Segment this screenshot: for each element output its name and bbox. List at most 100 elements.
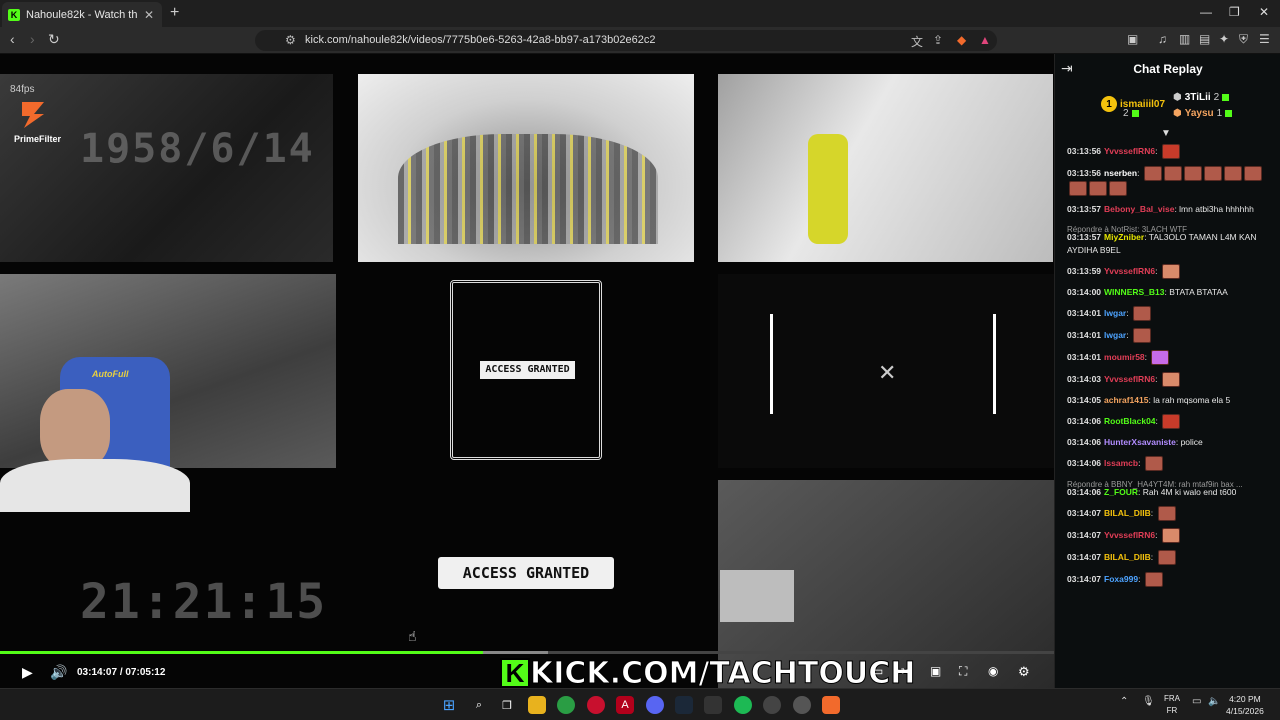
close-tab-icon[interactable]: ✕ (144, 8, 154, 22)
chat-username[interactable]: achraf1415 (1104, 395, 1148, 405)
search-icon[interactable]: ⌕ (470, 696, 488, 714)
input-language[interactable]: FRA FR (1164, 693, 1180, 717)
chat-username[interactable]: YvvsseflRN6 (1104, 530, 1155, 540)
address-bar[interactable]: ⚙ kick.com/nahoule82k/videos/7775b0e6-52… (255, 30, 997, 51)
fullscreen-icon[interactable]: ⛶ (959, 664, 967, 679)
task-view-icon[interactable]: ❐ (498, 696, 516, 714)
site-info-icon[interactable]: ⚙ (285, 33, 296, 47)
translate-icon[interactable]: 文 (911, 33, 923, 50)
reload-button[interactable]: ↻ (48, 31, 60, 48)
play-button[interactable]: ▶ (22, 664, 33, 681)
tray-overflow-icon[interactable]: ⌃ (1120, 696, 1128, 707)
chat-username[interactable]: YvvsseflRN6 (1104, 266, 1155, 276)
browser-tab[interactable]: K Nahoule82k - Watch the VOD on ✕ (2, 2, 162, 27)
chat-message-line: 03:14:01 moumir58: (1067, 350, 1273, 365)
sidebar-icon[interactable]: ▣ (1127, 32, 1138, 46)
file-explorer-icon[interactable] (528, 696, 546, 714)
chat-username[interactable]: lwgar (1104, 330, 1126, 340)
chat-message: 03:14:01 moumir58: (1067, 350, 1273, 365)
chat-message: 03:14:06 lssamcb: (1067, 456, 1273, 471)
media-icon[interactable]: ♫ (1158, 32, 1167, 46)
vpn-icon[interactable]: ⛨ (1239, 32, 1248, 47)
chat-username[interactable]: YvvsseflRN6 (1104, 146, 1155, 156)
chat-username[interactable]: BILAL_DIIB (1104, 508, 1151, 518)
message-timestamp: 03:14:01 (1067, 329, 1102, 340)
message-text: BTATA BTATAA (1169, 287, 1228, 297)
lang-top: FRA (1164, 694, 1180, 703)
chat-header: ⇥ Chat Replay (1055, 54, 1280, 84)
chat-username[interactable]: WINNERS_B13 (1104, 287, 1164, 297)
chrome-icon[interactable] (557, 696, 575, 714)
chat-username[interactable]: HunterXsavaniste (1104, 437, 1176, 447)
chat-username[interactable]: Foxa999 (1104, 574, 1138, 584)
gift-icon (1225, 110, 1233, 117)
chat-title: Chat Replay (1133, 62, 1203, 76)
chat-message-line: 03:13:56 YvvsseflRN6: (1067, 144, 1273, 159)
chat-username[interactable]: Z_FOUR (1104, 487, 1138, 497)
windows-start-icon[interactable]: ⊞ (440, 696, 458, 714)
chat-username[interactable]: YvvsseflRN6 (1104, 374, 1155, 384)
leader-2[interactable]: ⬢ 3TiLii 2 (1173, 92, 1230, 103)
app-icon-red[interactable] (587, 696, 605, 714)
back-button[interactable]: ‹ (10, 31, 15, 47)
share-icon[interactable]: ⇪ (933, 33, 943, 47)
chat-username[interactable]: BILAL_DIIB (1104, 552, 1151, 562)
forward-button[interactable]: › (30, 31, 35, 47)
username-separator: : (1138, 573, 1143, 584)
acrobat-icon[interactable]: A (616, 696, 634, 714)
chat-username[interactable]: moumir58 (1104, 352, 1145, 362)
filter-icon[interactable]: ▼ (1161, 128, 1171, 139)
theater-mode-icon[interactable]: ▭ (872, 664, 883, 678)
seek-bar-played (0, 651, 483, 654)
url-text[interactable]: kick.com/nahoule82k/videos/7775b0e6-5263… (305, 34, 655, 46)
leo-icon[interactable]: ✦ (1219, 32, 1229, 46)
chat-message: 03:14:07 BILAL_DIIB: (1067, 550, 1273, 565)
restore-button[interactable]: ❐ (1229, 5, 1240, 19)
panel-icon[interactable]: ▥ (1179, 32, 1190, 46)
rank-icon: ⬢ (1173, 108, 1182, 119)
chat-username[interactable]: nserben (1104, 168, 1137, 178)
miniplayer-icon[interactable]: ▣ (930, 664, 941, 678)
emote-icon (1161, 528, 1180, 543)
chat-username[interactable]: Bebony_Bal_vise (1104, 204, 1174, 214)
chat-username[interactable]: MiyZniber (1104, 232, 1144, 242)
brave-shield-icon[interactable]: ◆ (957, 33, 966, 47)
capcut-icon[interactable] (704, 696, 722, 714)
volume-button[interactable]: 🔊 (50, 664, 67, 681)
settings-gear-icon[interactable]: ⚙ (1018, 664, 1030, 680)
new-tab-button[interactable]: + (170, 4, 179, 22)
rank-icon: ⬢ (1173, 92, 1182, 103)
discord-icon[interactable] (646, 696, 664, 714)
app-icon-gray[interactable] (793, 696, 811, 714)
volume-tray-icon[interactable]: 🔈 (1208, 696, 1220, 707)
network-icon[interactable]: ▭ (1192, 696, 1201, 707)
lang-bottom: FR (1166, 706, 1178, 715)
speed-icon[interactable]: ◉ (988, 664, 998, 678)
chat-username[interactable]: lssamcb (1104, 458, 1138, 468)
chat-message: 03:14:05 achraf1415: la rah mqsoma ela 5 (1067, 394, 1273, 407)
message-text: Rah 4M ki walo end t600 (1142, 487, 1237, 497)
emote-icon (1144, 572, 1163, 587)
chat-message-line: 03:14:06 RootBlack04: (1067, 414, 1273, 429)
spotify-icon[interactable] (734, 696, 752, 714)
seek-bar[interactable] (0, 651, 1054, 654)
menu-icon[interactable]: ☰ (1259, 32, 1270, 46)
chat-username[interactable]: lwgar (1104, 308, 1126, 318)
leader-3[interactable]: ⬢ Yaysu 1 (1173, 108, 1233, 119)
microphone-icon[interactable]: 🎙 (1142, 696, 1155, 707)
message-timestamp: 03:14:00 (1067, 287, 1102, 297)
brave-rewards-icon[interactable]: ▲ (979, 33, 991, 47)
system-clock[interactable]: 4:20 PM 4/15/2026 (1226, 693, 1264, 717)
steam-icon[interactable] (675, 696, 693, 714)
minimize-button[interactable]: — (1200, 5, 1212, 19)
wallet-icon[interactable]: ▤ (1199, 32, 1210, 46)
chat-username[interactable]: RootBlack04 (1104, 416, 1156, 426)
chat-message: 03:14:01 lwgar: (1067, 328, 1273, 343)
emote-icon (1143, 166, 1162, 181)
brave-icon[interactable] (822, 696, 840, 714)
video-player[interactable]: ✕ 1958/6/14 21:21:15 ACCESS GRANTED ACCE… (0, 54, 1054, 688)
clip-icon[interactable]: ✂ (901, 664, 911, 678)
obs-icon[interactable] (763, 696, 781, 714)
gift-leaderboard: 1 ismaiiil07 2 ⬢ 3TiLii 2 ⬢ Yaysu 1 (1055, 86, 1280, 126)
close-window-button[interactable]: ✕ (1259, 5, 1269, 19)
